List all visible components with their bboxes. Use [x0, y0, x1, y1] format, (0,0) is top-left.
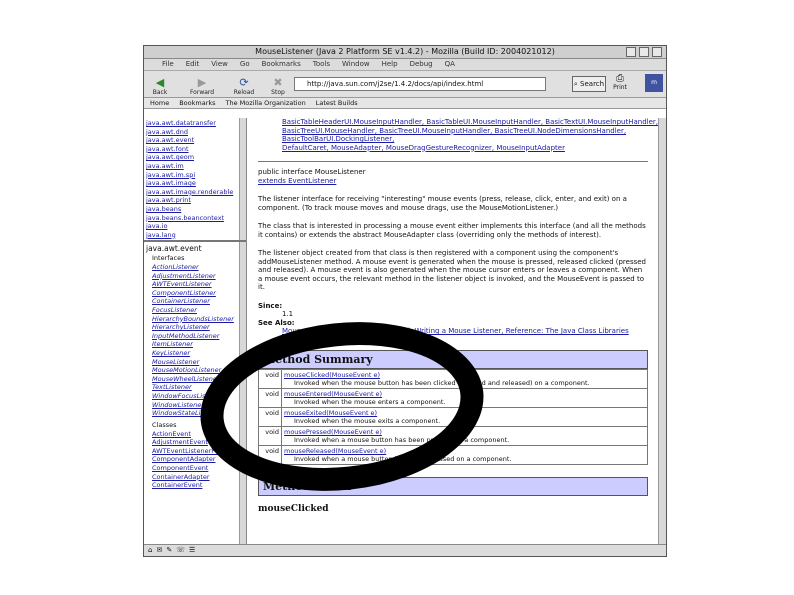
package-link[interactable]: java.awt.datatransfer — [146, 119, 244, 128]
interface-link[interactable]: ActionListener — [146, 263, 244, 272]
interface-link[interactable]: HierarchyBoundsListener — [146, 315, 244, 324]
menubar: File Edit View Go Bookmarks Tools Window… — [144, 59, 666, 71]
minimize-button[interactable] — [626, 47, 636, 57]
menu-tools[interactable]: Tools — [313, 59, 330, 70]
interface-link[interactable]: AWTEventListener — [146, 280, 244, 289]
package-link[interactable]: java.awt.im — [146, 162, 244, 171]
package-list-scrollbar[interactable] — [239, 118, 246, 240]
known-impl-link[interactable]: BasicTableHeaderUI.MouseInputHandler, Ba… — [282, 118, 658, 126]
reload-icon: ⟳ — [239, 76, 249, 89]
menu-debug[interactable]: Debug — [410, 59, 433, 70]
since-label: Since: — [258, 301, 283, 310]
search-button[interactable]: ⌕ Search — [572, 76, 606, 92]
interface-link[interactable]: ContainerListener — [146, 297, 244, 306]
known-impl-line: BasicTreeUI.MouseHandler, BasicTreeUI.Mo… — [258, 127, 666, 144]
print-label: Print — [613, 84, 627, 91]
description-para: The listener object created from that cl… — [258, 249, 647, 291]
known-impl-line: BasicTableHeaderUI.MouseInputHandler, Ba… — [258, 118, 666, 127]
bookmark-mozilla-org[interactable]: The Mozilla Organization — [226, 98, 306, 108]
package-list-frame: java.awt.datatransfer java.awt.dnd java.… — [144, 118, 246, 242]
maximize-button[interactable] — [639, 47, 649, 57]
menu-go[interactable]: Go — [240, 59, 250, 70]
throbber-logo[interactable]: m — [645, 74, 663, 92]
bookmark-home[interactable]: Home — [150, 98, 169, 108]
window-title: MouseListener (Java 2 Platform SE v1.4.2… — [255, 47, 555, 56]
package-link[interactable]: java.awt.image.renderable — [146, 188, 244, 197]
interface-link[interactable]: KeyListener — [146, 349, 244, 358]
interface-link[interactable]: ItemListener — [146, 340, 244, 349]
reload-label: Reload — [233, 89, 255, 96]
status-bar: ⌂ ✉ ✎ ☏ ☰ — [144, 544, 666, 556]
menu-edit[interactable]: Edit — [186, 59, 200, 70]
forward-button[interactable]: ▶ Forward — [190, 72, 214, 96]
class-link[interactable]: ContainerEvent — [146, 481, 244, 490]
package-link[interactable]: java.beans — [146, 205, 244, 214]
package-link[interactable]: java.awt.geom — [146, 153, 244, 162]
package-link[interactable]: java.awt.print — [146, 196, 244, 205]
url-input[interactable]: http://java.sun.com/j2se/1.4.2/docs/api/… — [294, 77, 546, 91]
menu-file[interactable]: File — [162, 59, 174, 70]
class-link[interactable]: ContainerAdapter — [146, 473, 244, 482]
address-book-icon[interactable]: ☰ — [189, 545, 195, 556]
declaration: public interface MouseListener — [258, 168, 366, 176]
package-link[interactable]: java.awt.im.spi — [146, 171, 244, 180]
menu-view[interactable]: View — [211, 59, 228, 70]
bookmark-latest-builds[interactable]: Latest Builds — [316, 98, 358, 108]
known-impl-link[interactable]: DefaultCaret, MouseAdapter, MouseDragGes… — [282, 144, 565, 152]
menu-qa[interactable]: QA — [445, 59, 455, 70]
chat-icon[interactable]: ☏ — [176, 545, 185, 556]
search-icon: ⌕ — [573, 80, 578, 88]
back-button[interactable]: ◀ Back — [148, 72, 172, 96]
package-heading: java.awt.event — [146, 244, 202, 253]
interface-link[interactable]: FocusListener — [146, 306, 244, 315]
stop-button[interactable]: ✖ Stop — [266, 72, 290, 96]
divider — [258, 161, 648, 162]
package-link[interactable]: java.io — [146, 222, 244, 231]
interface-link[interactable]: HierarchyListener — [146, 323, 244, 332]
window-controls — [626, 47, 662, 57]
forward-label: Forward — [189, 89, 215, 96]
navigation-toolbar: ◀ Back ▶ Forward ⟳ Reload ✖ Stop http://… — [144, 71, 666, 98]
menu-bookmarks[interactable]: Bookmarks — [262, 59, 301, 70]
description-para: The listener interface for receiving "in… — [258, 195, 627, 212]
search-label: Search — [580, 80, 605, 88]
extends-link[interactable]: extends EventListener — [258, 177, 336, 185]
bookmark-bookmarks[interactable]: Bookmarks — [179, 98, 215, 108]
main-scrollbar[interactable] — [658, 118, 666, 544]
arrow-right-icon: ▶ — [197, 76, 207, 89]
package-link[interactable]: java.awt.dnd — [146, 128, 244, 137]
menu-help[interactable]: Help — [382, 59, 398, 70]
method-detail-name: mouseClicked — [258, 504, 329, 514]
package-link[interactable]: java.awt.font — [146, 145, 244, 154]
personal-toolbar: Home Bookmarks The Mozilla Organization … — [144, 98, 666, 109]
stop-label: Stop — [271, 89, 285, 96]
stop-icon: ✖ — [273, 76, 283, 89]
package-link[interactable]: java.awt.event — [146, 136, 244, 145]
description-para: The class that is interested in processi… — [258, 222, 646, 239]
reload-button[interactable]: ⟳ Reload — [232, 72, 256, 96]
interfaces-heading: Interfaces — [152, 254, 185, 262]
back-label: Back — [152, 89, 168, 96]
composer-icon[interactable]: ✎ — [166, 545, 172, 556]
printer-icon: ⎙ — [616, 73, 624, 84]
print-button[interactable]: ⎙ Print — [610, 73, 630, 95]
mail-icon[interactable]: ✉ — [156, 545, 162, 556]
known-impl-line: DefaultCaret, MouseAdapter, MouseDragGes… — [258, 144, 666, 153]
known-impl-link[interactable]: BasicTreeUI.MouseHandler, BasicTreeUI.Mo… — [282, 127, 626, 144]
since-value: 1.1 — [282, 310, 294, 318]
navigator-icon[interactable]: ⌂ — [148, 545, 152, 556]
interface-link[interactable]: InputMethodListener — [146, 332, 244, 341]
package-link[interactable]: java.lang — [146, 231, 244, 240]
extends-line: extends EventListener — [258, 177, 666, 186]
browser-window: MouseListener (Java 2 Platform SE v1.4.2… — [143, 45, 667, 557]
menu-window[interactable]: Window — [342, 59, 370, 70]
interface-link[interactable]: AdjustmentListener — [146, 272, 244, 281]
interface-link[interactable]: ComponentListener — [146, 289, 244, 298]
close-button[interactable] — [652, 47, 662, 57]
package-link[interactable]: java.awt.image — [146, 179, 244, 188]
arrow-left-icon: ◀ — [155, 76, 165, 89]
window-titlebar[interactable]: MouseListener (Java 2 Platform SE v1.4.2… — [144, 46, 666, 59]
left-frames: java.awt.datatransfer java.awt.dnd java.… — [144, 118, 247, 550]
package-link[interactable]: java.beans.beancontext — [146, 214, 244, 223]
